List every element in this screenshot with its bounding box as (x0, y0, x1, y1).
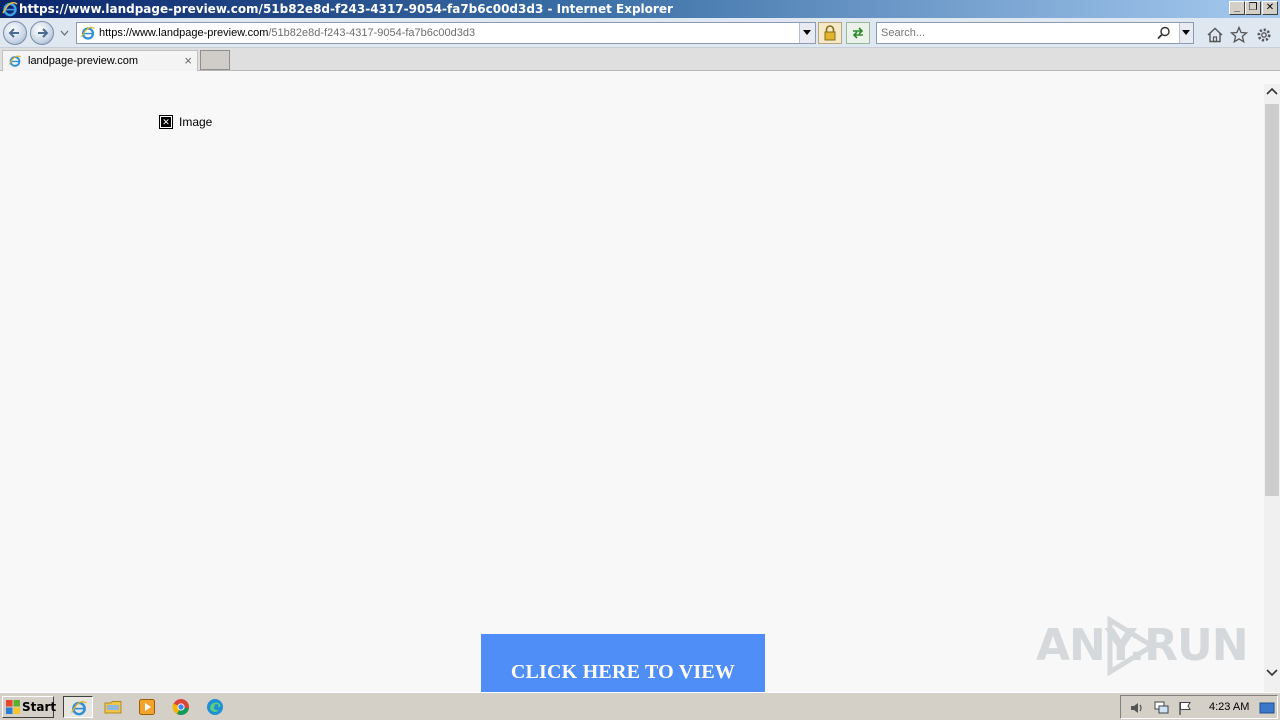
windows-logo-icon (6, 700, 20, 714)
chevron-down-icon (803, 30, 811, 35)
chevron-down-icon (1182, 30, 1190, 35)
taskbar-internet-explorer[interactable] (63, 696, 93, 718)
image-alt-text: Image (179, 115, 213, 129)
scroll-down-icon[interactable] (1264, 664, 1280, 680)
taskbar-file-explorer[interactable] (98, 696, 128, 718)
scroll-up-icon[interactable] (1264, 84, 1280, 100)
new-tab-button[interactable] (200, 50, 230, 70)
forward-button[interactable] (30, 21, 54, 45)
url-domain: landpage-preview.com (158, 27, 269, 39)
refresh-icon (852, 27, 864, 39)
action-center-flag-icon[interactable] (1177, 700, 1193, 716)
address-url[interactable]: https://www.landpage-preview.com/51b82e8… (99, 23, 475, 43)
internet-explorer-icon (2, 1, 18, 17)
scrollbar-thumb[interactable] (1265, 104, 1279, 496)
page-content: ✕ Image CLICK HERE TO VIEW ANY.RUN (0, 72, 1264, 692)
recent-pages-dropdown-icon[interactable] (60, 29, 69, 37)
chrome-icon (172, 699, 189, 715)
media-player-icon (139, 699, 155, 715)
page-ie-icon (8, 55, 21, 67)
anyrun-watermark: ANY.RUN (1036, 608, 1249, 678)
window-title-bar[interactable]: https://www.landpage-preview.com/51b82e8… (0, 0, 1280, 18)
tab-landpage-preview[interactable]: landpage-preview.com × (2, 50, 198, 71)
gear-icon[interactable] (1255, 26, 1273, 44)
forward-arrow-icon (38, 28, 49, 38)
url-scheme: https://www. (99, 27, 159, 39)
search-box[interactable] (876, 22, 1194, 44)
tab-close-button[interactable]: × (184, 51, 192, 71)
taskbar-media-player[interactable] (132, 696, 162, 718)
home-icon[interactable] (1206, 26, 1224, 44)
volume-icon[interactable] (1129, 700, 1145, 716)
back-arrow-icon (8, 28, 19, 38)
restore-button[interactable]: ❐ (1245, 1, 1261, 15)
start-label: Start (22, 700, 57, 714)
click-here-to-view-button[interactable]: CLICK HERE TO VIEW (481, 634, 765, 692)
navigation-bar: https://www.landpage-preview.com/51b82e8… (0, 18, 1280, 48)
security-report-button[interactable] (818, 22, 842, 44)
close-window-button[interactable]: ✕ (1262, 1, 1278, 15)
taskbar-edge[interactable] (200, 696, 230, 718)
address-dropdown-button[interactable] (799, 23, 815, 43)
page-ie-icon (80, 26, 95, 40)
broken-image-icon: ✕ (159, 115, 173, 129)
tab-bar: landpage-preview.com × (0, 48, 1280, 71)
favorites-star-icon[interactable] (1230, 26, 1248, 44)
back-button[interactable] (3, 21, 27, 45)
internet-explorer-icon (71, 700, 87, 716)
taskbar-clock[interactable]: 4:23 AM (1209, 696, 1249, 718)
lock-icon (824, 25, 836, 41)
system-tray: 4:23 AM (1120, 695, 1278, 719)
show-desktop-icon[interactable] (1259, 700, 1275, 716)
edge-icon (207, 699, 223, 715)
search-input[interactable] (881, 25, 1151, 41)
window-title: https://www.landpage-preview.com/51b82e8… (19, 2, 673, 16)
taskbar: Start 4:23 AM (0, 692, 1280, 720)
start-button[interactable]: Start (2, 696, 57, 718)
tab-label: landpage-preview.com (28, 55, 139, 67)
taskbar-chrome[interactable] (166, 696, 196, 718)
watermark-text: ANY.RUN (1036, 620, 1249, 671)
url-path: /51b82e8d-f243-4317-9054-fa7b6c00d3d3 (268, 27, 476, 39)
folder-icon (104, 701, 122, 714)
minimize-button[interactable]: _ (1229, 1, 1245, 15)
refresh-button[interactable] (846, 22, 870, 44)
network-icon[interactable] (1153, 700, 1169, 716)
vertical-scrollbar[interactable] (1264, 84, 1280, 692)
broken-image[interactable]: ✕ Image (159, 115, 212, 129)
search-dropdown-button[interactable] (1179, 23, 1193, 43)
search-icon[interactable] (1157, 26, 1171, 40)
address-bar[interactable]: https://www.landpage-preview.com/51b82e8… (76, 22, 816, 44)
